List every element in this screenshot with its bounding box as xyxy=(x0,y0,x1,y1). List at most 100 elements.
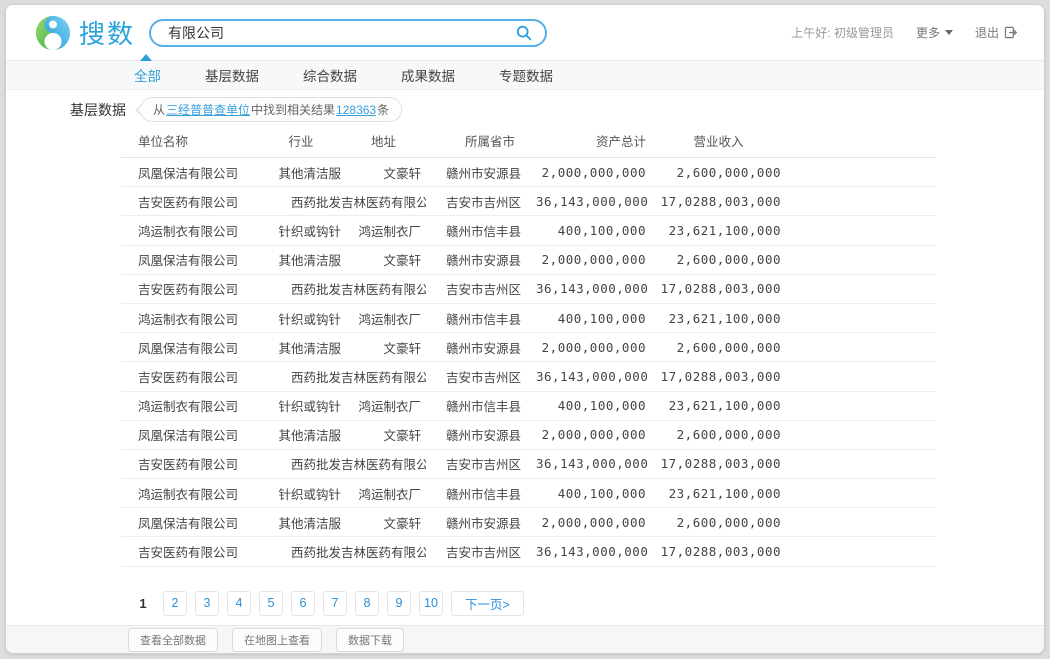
cell-name: 鸿运制衣有限公司 xyxy=(121,484,261,503)
tab-composite-data[interactable]: 综合数据 xyxy=(303,65,357,85)
cell-name: 鸿运制衣有限公司 xyxy=(121,396,261,415)
column-header-region: 所属省市 xyxy=(426,131,536,150)
table-row[interactable]: 凤凰保洁有限公司其他清洁服文豪轩赣州市安源县2,000,000,0002,600… xyxy=(121,158,936,187)
page-button-8[interactable]: 8 xyxy=(355,591,379,616)
cell-assets: 400,100,000 xyxy=(536,398,651,413)
view-on-map-button[interactable]: 在地图上查看 xyxy=(232,628,322,652)
cell-address: 鸿运制衣厂 xyxy=(341,396,426,415)
table-row[interactable]: 凤凰保洁有限公司其他清洁服文豪轩赣州市安源县2,000,000,0002,600… xyxy=(121,421,936,450)
column-header-revenue: 营业收入 xyxy=(651,131,786,150)
view-all-data-button[interactable]: 查看全部数据 xyxy=(128,628,218,652)
chevron-down-icon xyxy=(945,30,953,35)
next-page-button[interactable]: 下一页> xyxy=(451,591,524,616)
page-button-2[interactable]: 2 xyxy=(163,591,187,616)
app-window: 搜数 上午好: 初级管理员 更多 退出 xyxy=(5,4,1045,654)
page-button-6[interactable]: 6 xyxy=(291,591,315,616)
cell-address: 鸿运制衣厂 xyxy=(341,221,426,240)
cell-revenue: 2,600,000,000 xyxy=(651,165,786,180)
search-input[interactable] xyxy=(168,25,513,41)
table-row[interactable]: 鸿运制衣有限公司针织或钩针鸿运制衣厂赣州市信丰县400,100,00023,62… xyxy=(121,216,936,245)
active-tab-indicator-icon xyxy=(140,54,152,61)
cell-assets: 2,000,000,000 xyxy=(536,340,651,355)
table-row[interactable]: 鸿运制衣有限公司针织或钩针鸿运制衣厂赣州市信丰县400,100,00023,62… xyxy=(121,392,936,421)
cell-name: 吉安医药有限公司 xyxy=(121,279,261,298)
cell-assets: 36,143,000,000 xyxy=(536,544,651,559)
cell-industry: 针织或钩针 xyxy=(261,309,341,328)
cell-assets: 2,000,000,000 xyxy=(536,427,651,442)
cell-revenue: 23,621,100,000 xyxy=(651,311,786,326)
page-button-3[interactable]: 3 xyxy=(195,591,219,616)
page-button-7[interactable]: 7 xyxy=(323,591,347,616)
table-row[interactable]: 鸿运制衣有限公司针织或钩针鸿运制衣厂赣州市信丰县400,100,00023,62… xyxy=(121,479,936,508)
table-row[interactable]: 吉安医药有限公司西药批发吉林医药有限公司吉安市吉州区36,143,000,000… xyxy=(121,537,936,566)
cell-industry: 其他清洁服 xyxy=(261,250,341,269)
table-row[interactable]: 鸿运制衣有限公司针织或钩针鸿运制衣厂赣州市信丰县400,100,00023,62… xyxy=(121,304,936,333)
tab-topic-data[interactable]: 专题数据 xyxy=(499,65,553,85)
tab-band: 全部 基层数据 综合数据 成果数据 专题数据 xyxy=(6,60,1044,90)
cell-industry: 西药批发 xyxy=(261,454,341,473)
table-row[interactable]: 吉安医药有限公司西药批发吉林医药有限公司吉安市吉州区36,143,000,000… xyxy=(121,450,936,479)
cell-region: 赣州市信丰县 xyxy=(426,484,536,503)
search-icon[interactable] xyxy=(513,22,535,44)
footer-toolbar: 查看全部数据在地图上查看数据下载 xyxy=(6,625,1044,653)
page-button-9[interactable]: 9 xyxy=(387,591,411,616)
table-row[interactable]: 凤凰保洁有限公司其他清洁服文豪轩赣州市安源县2,000,000,0002,600… xyxy=(121,508,936,537)
page-button-5[interactable]: 5 xyxy=(259,591,283,616)
cell-assets: 36,143,000,000 xyxy=(536,456,651,471)
logout-button[interactable]: 退出 xyxy=(975,24,1018,41)
app-logo[interactable]: 搜数 xyxy=(34,14,135,52)
source-link[interactable]: 三经普普查单位 xyxy=(166,101,250,118)
cell-industry: 西药批发 xyxy=(261,367,341,386)
cell-revenue: 2,600,000,000 xyxy=(651,252,786,267)
cell-name: 吉安医药有限公司 xyxy=(121,542,261,561)
more-menu[interactable]: 更多 xyxy=(916,24,953,41)
cell-region: 赣州市信丰县 xyxy=(426,396,536,415)
cell-name: 鸿运制衣有限公司 xyxy=(121,309,261,328)
search-box xyxy=(149,19,547,47)
cell-address: 文豪轩 xyxy=(341,425,426,444)
page-button-10[interactable]: 10 xyxy=(419,591,443,616)
cell-industry: 针织或钩针 xyxy=(261,396,341,415)
cell-assets: 2,000,000,000 xyxy=(536,165,651,180)
cell-region: 赣州市安源县 xyxy=(426,163,536,182)
cell-industry: 其他清洁服 xyxy=(261,425,341,444)
result-bar: 基层数据 从 三经普普查单位 中找到相关结果 128363 条 xyxy=(70,97,1044,122)
cell-revenue: 17,0288,003,000 xyxy=(651,369,786,384)
cell-revenue: 2,600,000,000 xyxy=(651,515,786,530)
cell-industry: 西药批发 xyxy=(261,279,341,298)
cell-name: 凤凰保洁有限公司 xyxy=(121,163,261,182)
tab-result-data[interactable]: 成果数据 xyxy=(401,65,455,85)
cell-revenue: 17,0288,003,000 xyxy=(651,194,786,209)
cell-region: 赣州市安源县 xyxy=(426,338,536,357)
cell-revenue: 2,600,000,000 xyxy=(651,427,786,442)
cell-address: 吉林医药有限公司 xyxy=(341,454,426,473)
table-row[interactable]: 凤凰保洁有限公司其他清洁服文豪轩赣州市安源县2,000,000,0002,600… xyxy=(121,333,936,362)
cell-address: 吉林医药有限公司 xyxy=(341,367,426,386)
table-row[interactable]: 吉安医药有限公司西药批发吉林医药有限公司吉安市吉州区36,143,000,000… xyxy=(121,187,936,216)
data-table: 单位名称 行业 地址 所属省市 资产总计 营业收入 凤凰保洁有限公司其他清洁服文… xyxy=(121,124,936,567)
download-data-button[interactable]: 数据下载 xyxy=(336,628,404,652)
cell-assets: 400,100,000 xyxy=(536,486,651,501)
table-row[interactable]: 吉安医药有限公司西药批发吉林医药有限公司吉安市吉州区36,143,000,000… xyxy=(121,362,936,391)
tab-all[interactable]: 全部 xyxy=(134,65,161,85)
cell-address: 吉林医药有限公司 xyxy=(341,192,426,211)
cell-industry: 西药批发 xyxy=(261,542,341,561)
page-button-4[interactable]: 4 xyxy=(227,591,251,616)
result-prefix: 从 xyxy=(153,101,165,118)
result-count-link[interactable]: 128363 xyxy=(336,103,376,117)
cell-name: 凤凰保洁有限公司 xyxy=(121,338,261,357)
cell-name: 凤凰保洁有限公司 xyxy=(121,250,261,269)
cell-region: 吉安市吉州区 xyxy=(426,542,536,561)
cell-name: 吉安医药有限公司 xyxy=(121,192,261,211)
cell-revenue: 17,0288,003,000 xyxy=(651,544,786,559)
cell-industry: 其他清洁服 xyxy=(261,513,341,532)
cell-region: 吉安市吉州区 xyxy=(426,454,536,473)
cell-name: 吉安医药有限公司 xyxy=(121,367,261,386)
table-row[interactable]: 凤凰保洁有限公司其他清洁服文豪轩赣州市安源县2,000,000,0002,600… xyxy=(121,246,936,275)
tab-base-data[interactable]: 基层数据 xyxy=(205,65,259,85)
cell-assets: 400,100,000 xyxy=(536,223,651,238)
cell-region: 吉安市吉州区 xyxy=(426,367,536,386)
header-right: 上午好: 初级管理员 更多 退出 xyxy=(791,24,1018,41)
table-row[interactable]: 吉安医药有限公司西药批发吉林医药有限公司吉安市吉州区36,143,000,000… xyxy=(121,275,936,304)
more-label: 更多 xyxy=(916,24,940,41)
